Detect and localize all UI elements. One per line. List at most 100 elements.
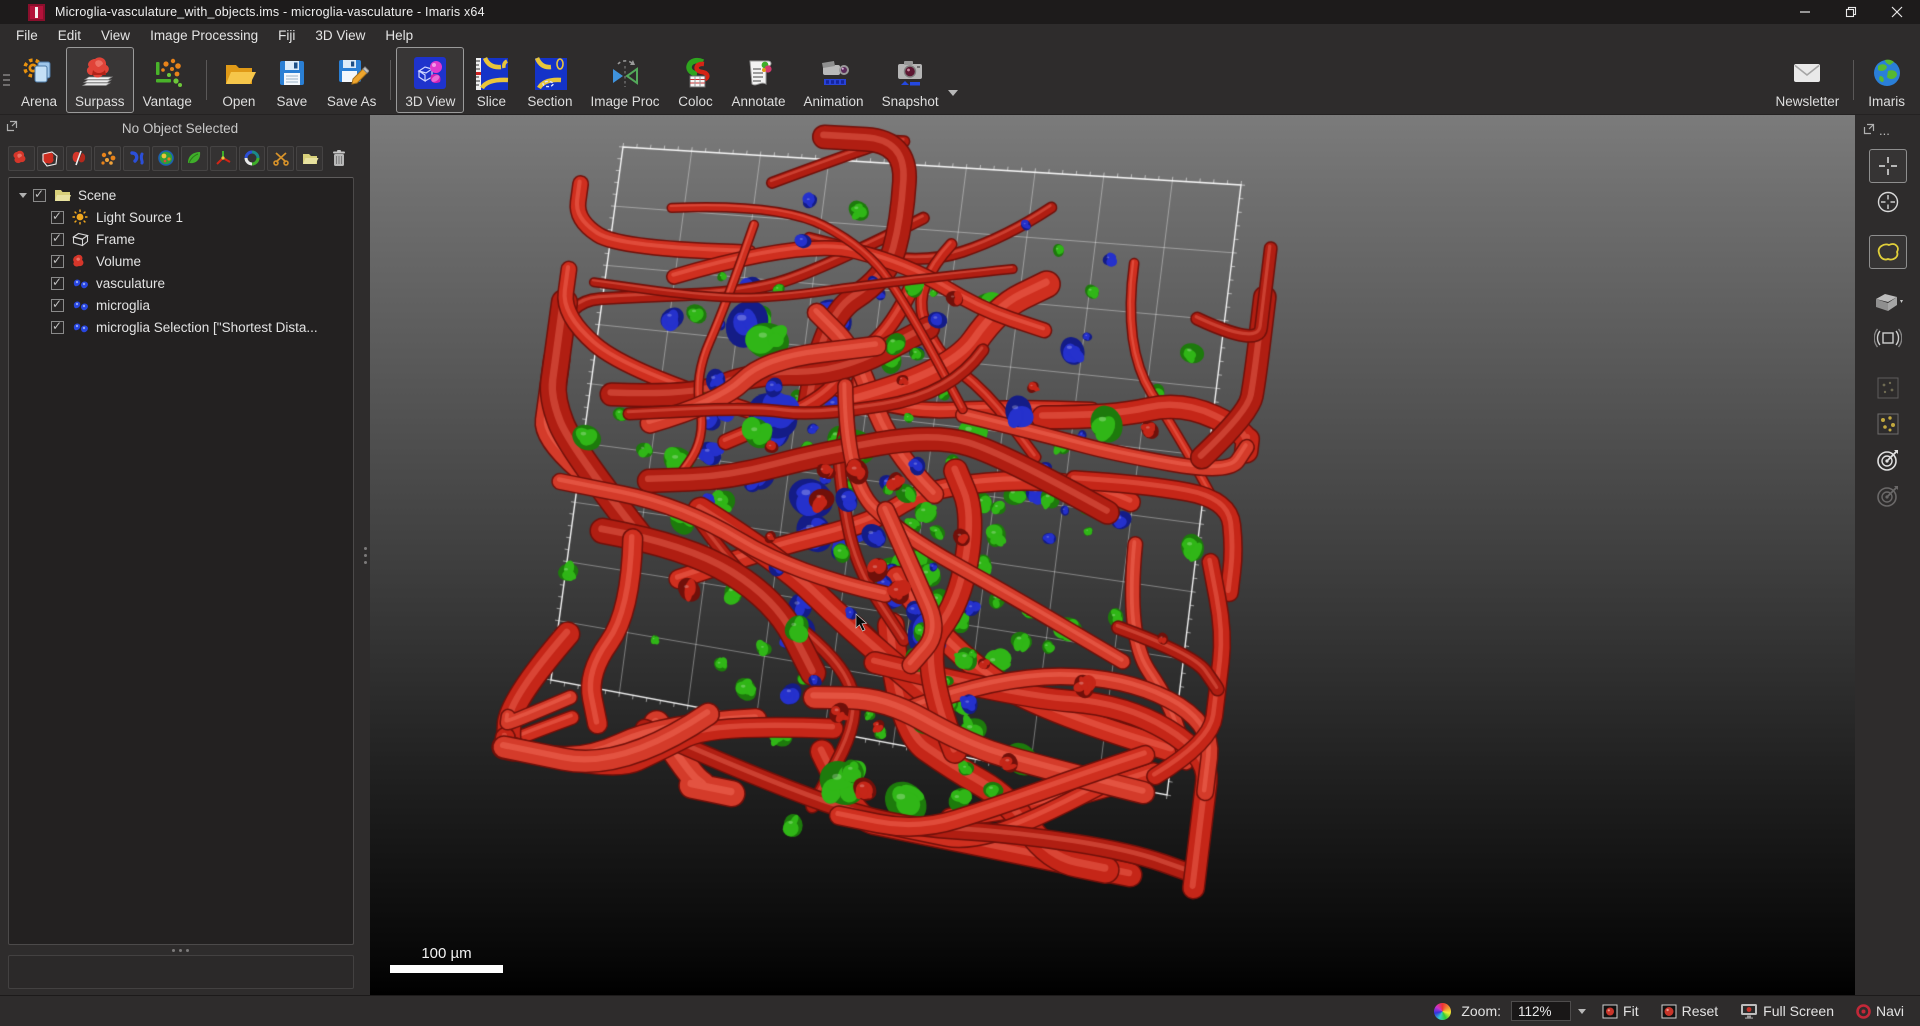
tree-row-microglia[interactable]: microglia	[11, 294, 351, 316]
arena-button[interactable]: Arena	[12, 47, 66, 113]
frame-icon	[71, 231, 89, 247]
volume-checkbox[interactable]	[51, 255, 64, 268]
light-source-checkbox[interactable]	[51, 211, 64, 224]
expander-icon[interactable]	[19, 193, 27, 198]
toolbar-grip[interactable]	[0, 46, 12, 114]
viewport-3d[interactable]: 100 µm	[370, 115, 1855, 995]
navigate-crosshair-circle-icon[interactable]	[1869, 185, 1907, 219]
center-target-icon[interactable]	[1869, 443, 1907, 477]
spots-dense-icon[interactable]	[1869, 407, 1907, 441]
properties-panel	[8, 955, 354, 989]
add-filaments-icon[interactable]	[123, 146, 150, 171]
fit-button[interactable]: Fit	[1596, 1003, 1645, 1019]
scale-bar-line	[390, 965, 503, 973]
coloc-button[interactable]: Coloc	[668, 47, 722, 113]
menu-file[interactable]: File	[6, 26, 48, 45]
menu-fiji[interactable]: Fiji	[268, 26, 305, 45]
save-button[interactable]: Save	[266, 47, 318, 113]
tree-row-frame[interactable]: Frame	[11, 228, 351, 250]
surfaces-icon	[71, 319, 89, 335]
tree-row-light-source[interactable]: Light Source 1	[11, 206, 351, 228]
save-label: Save	[276, 94, 307, 109]
undock-icon[interactable]	[6, 119, 18, 137]
navi-button[interactable]: Navi	[1850, 1003, 1910, 1019]
scene-checkbox[interactable]	[33, 189, 46, 202]
zoom-value[interactable]: 112%	[1511, 1001, 1571, 1021]
reset-icon	[1661, 1004, 1677, 1019]
slice-button[interactable]: Slice	[464, 47, 518, 113]
selection-status-label: No Object Selected	[0, 121, 360, 136]
draw-contour-icon[interactable]	[1869, 235, 1907, 269]
add-orthoslicer-icon[interactable]	[66, 146, 93, 171]
tree-row-vasculature[interactable]: vasculature	[11, 272, 351, 294]
image-proc-button[interactable]: Image Proc	[581, 47, 668, 113]
scale-bar-label: 100 µm	[390, 945, 503, 962]
center-target-disabled-icon[interactable]	[1869, 479, 1907, 513]
volume-icon	[71, 253, 89, 269]
panel-resize-handle[interactable]	[360, 115, 370, 995]
zoom-label: Zoom:	[1461, 1003, 1501, 1019]
vantage-button[interactable]: Vantage	[134, 47, 201, 113]
tree-label: Volume	[96, 254, 141, 269]
delete-trash-icon[interactable]	[325, 146, 352, 171]
menu-help[interactable]: Help	[375, 26, 423, 45]
clipping-plane-icon[interactable]	[1869, 321, 1907, 355]
add-cells-icon[interactable]	[152, 146, 179, 171]
section-button[interactable]: Section	[518, 47, 581, 113]
snapshot-dropdown-chevron-icon[interactable]	[948, 90, 958, 96]
annotate-button[interactable]: Annotate	[722, 47, 794, 113]
menu-edit[interactable]: Edit	[48, 26, 91, 45]
save-as-button[interactable]: Save As	[318, 47, 386, 113]
tree-row-microglia-selection[interactable]: microglia Selection ["Shortest Dista...	[11, 316, 351, 338]
animation-button[interactable]: Animation	[795, 47, 873, 113]
add-surfaces-icon[interactable]	[37, 146, 64, 171]
add-oblique-slicer-icon[interactable]	[239, 146, 266, 171]
zoom-combo[interactable]: 112%	[1511, 1001, 1586, 1021]
cut-scissors-icon[interactable]	[267, 146, 294, 171]
add-leaf-icon[interactable]	[181, 146, 208, 171]
newsletter-button[interactable]: Newsletter	[1766, 47, 1848, 113]
menu-3d-view[interactable]: 3D View	[305, 26, 375, 45]
tree-row-scene[interactable]: Scene	[11, 184, 351, 206]
3d-view-button[interactable]: 3D View	[396, 47, 464, 113]
view-mode-box-icon[interactable]	[1869, 285, 1907, 319]
open-button[interactable]: Open	[212, 47, 266, 113]
reset-button[interactable]: Reset	[1655, 1003, 1725, 1019]
surpass-button[interactable]: Surpass	[66, 47, 134, 113]
add-spots-icon[interactable]	[94, 146, 121, 171]
menu-image-processing[interactable]: Image Processing	[140, 26, 268, 45]
snapshot-button[interactable]: Snapshot	[873, 47, 948, 113]
restore-button[interactable]	[1828, 0, 1874, 24]
snapshot-label: Snapshot	[882, 94, 939, 109]
vasculature-checkbox[interactable]	[51, 277, 64, 290]
imaris-button[interactable]: Imaris	[1859, 47, 1914, 113]
color-wheel-icon[interactable]	[1434, 1003, 1451, 1020]
snapshot-icon	[891, 53, 929, 93]
add-group-icon[interactable]	[296, 146, 323, 171]
close-button[interactable]	[1874, 0, 1920, 24]
minimize-button[interactable]	[1782, 0, 1828, 24]
render-canvas[interactable]	[370, 115, 1855, 995]
zoom-dropdown-chevron-icon[interactable]	[1578, 1009, 1586, 1014]
spots-sparse-icon[interactable]	[1869, 371, 1907, 405]
frame-checkbox[interactable]	[51, 233, 64, 246]
open-folder-icon	[221, 53, 257, 93]
animation-label: Animation	[804, 94, 864, 109]
mouse-cursor-icon	[855, 613, 869, 638]
add-volume-icon[interactable]	[8, 146, 35, 171]
surpass-icon	[81, 53, 119, 93]
microglia-selection-checkbox[interactable]	[51, 321, 64, 334]
undock-icon[interactable]	[1863, 123, 1875, 138]
select-crosshair-icon[interactable]	[1869, 149, 1907, 183]
folder-icon	[53, 187, 71, 203]
menu-view[interactable]: View	[91, 26, 140, 45]
more-options-label[interactable]: ...	[1879, 123, 1890, 138]
add-reference-frame-icon[interactable]	[210, 146, 237, 171]
section-label: Section	[527, 94, 572, 109]
surpass-panel: No Object Selected	[0, 115, 360, 995]
microglia-checkbox[interactable]	[51, 299, 64, 312]
vantage-label: Vantage	[143, 94, 192, 109]
panel-splitter-handle[interactable]	[0, 945, 360, 955]
tree-row-volume[interactable]: Volume	[11, 250, 351, 272]
full-screen-button[interactable]: Full Screen	[1734, 1003, 1840, 1019]
